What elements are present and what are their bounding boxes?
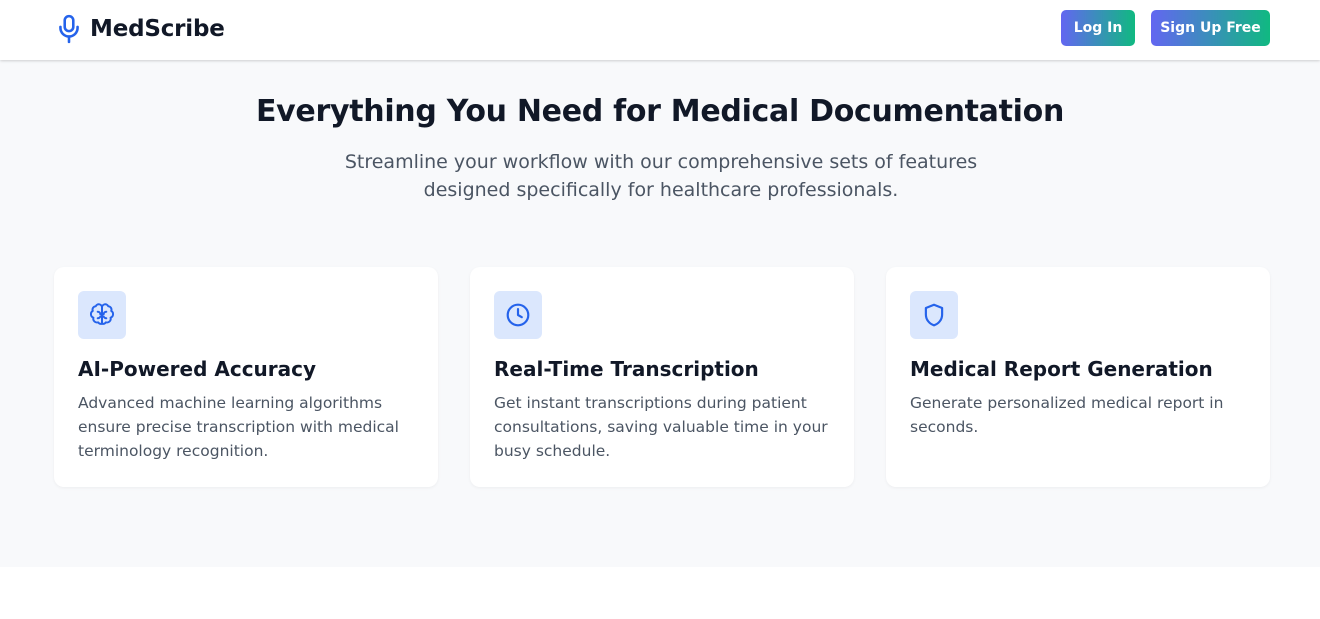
top-navbar: MedScribe Log In Sign Up Free [0,0,1320,60]
feature-icon-box [910,291,958,339]
brain-icon [89,303,115,325]
section-subtitle: Streamline your workflow with our compre… [344,151,978,201]
feature-icon-box [494,291,542,339]
brand-logo-link[interactable]: MedScribe [56,12,225,46]
feature-card-ai-accuracy: AI-Powered Accuracy Advanced machine lea… [54,267,438,487]
microphone-icon [59,14,79,44]
feature-description: Generate personalized medical report in … [910,394,1224,436]
signup-button[interactable]: Sign Up Free [1151,10,1270,46]
section-title: Everything You Need for Medical Document… [255,94,1064,129]
feature-title: AI-Powered Accuracy [78,357,317,381]
features-section: Everything You Need for Medical Document… [0,60,1320,567]
login-button[interactable]: Log In [1061,10,1135,46]
feature-card-real-time: Real-Time Transcription Get instant tran… [470,267,854,487]
shield-icon [924,303,944,327]
feature-title: Medical Report Generation [910,357,1213,381]
feature-title: Real-Time Transcription [494,357,759,381]
clock-icon [506,303,530,327]
brand-name: MedScribe [90,16,225,42]
feature-card-report-generation: Medical Report Generation Generate perso… [886,267,1270,487]
feature-description: Get instant transcriptions during patien… [494,394,828,460]
nav-actions: Log In Sign Up Free [1061,10,1270,46]
feature-description: Advanced machine learning algorithms ens… [78,394,399,460]
feature-icon-box [78,291,126,339]
